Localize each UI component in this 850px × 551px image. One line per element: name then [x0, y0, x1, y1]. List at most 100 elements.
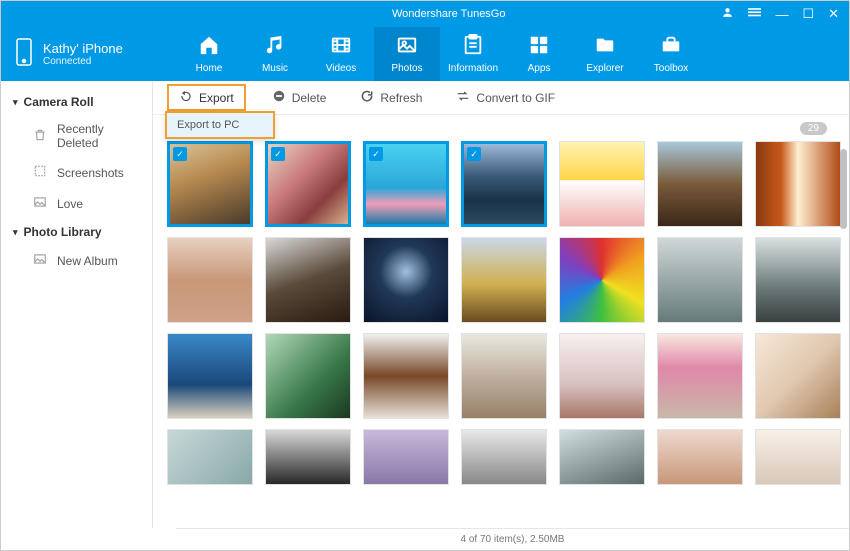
apps-icon — [528, 34, 550, 59]
tab-label: Explorer — [586, 63, 623, 74]
sidebar-group-label: Camera Roll — [24, 95, 94, 109]
photo-thumb[interactable]: ✓ — [461, 141, 547, 227]
photo-thumb[interactable] — [657, 429, 743, 485]
delete-icon — [272, 89, 286, 106]
explorer-icon — [594, 34, 616, 59]
sidebar-group[interactable]: ▾Camera Roll — [1, 89, 152, 115]
thumb-check-icon: ✓ — [271, 147, 285, 161]
thumb-check-icon: ✓ — [467, 147, 481, 161]
photo-thumb[interactable]: ✓ — [265, 141, 351, 227]
window-controls: — ☐ ✕ — [721, 6, 849, 22]
photo-thumb[interactable] — [559, 429, 645, 485]
sidebar-item-deleted[interactable]: Recently Deleted — [1, 115, 152, 157]
sidebar-group[interactable]: ▾ Photo Library — [1, 219, 152, 245]
sidebar-item-label: Recently Deleted — [57, 122, 140, 150]
sidebar-item-label: New Album — [57, 254, 118, 268]
photo-thumb[interactable] — [461, 237, 547, 323]
chevron-down-icon: ▾ — [13, 227, 18, 238]
tab-label: Home — [196, 63, 223, 74]
header: Kathy' iPhone Connected Home Music Videos P… — [1, 27, 849, 81]
tab-photos[interactable]: Photos — [374, 27, 440, 81]
refresh-button[interactable]: Refresh — [352, 85, 430, 110]
tab-label: Information — [448, 63, 498, 74]
close-icon[interactable]: ✕ — [828, 6, 839, 22]
export-to-pc-item[interactable]: Export to PC — [167, 113, 273, 137]
home-icon — [198, 34, 220, 59]
photo-thumb[interactable] — [167, 333, 253, 419]
sidebar-item-label: Screenshots — [57, 166, 124, 180]
sidebar-item-love[interactable]: Love — [1, 188, 152, 219]
photo-thumb[interactable] — [755, 237, 841, 323]
photo-thumb[interactable] — [657, 333, 743, 419]
photo-thumb[interactable]: ✓ — [363, 141, 449, 227]
newalbum-icon — [33, 252, 47, 269]
tab-home[interactable]: Home — [176, 27, 242, 81]
tab-apps[interactable]: Apps — [506, 27, 572, 81]
convert-label: Convert to GIF — [476, 91, 555, 105]
app-title: Wondershare TunesGo — [176, 8, 721, 20]
photo-thumb[interactable] — [265, 429, 351, 485]
photo-thumb[interactable] — [559, 237, 645, 323]
convert-button[interactable]: Convert to GIF — [448, 85, 563, 110]
photo-thumb[interactable] — [167, 237, 253, 323]
scrollbar-thumb[interactable] — [840, 149, 847, 229]
main-panel: Export Delete Refresh Convert to GIF Exp… — [153, 81, 849, 528]
tab-label: Music — [262, 63, 288, 74]
photo-thumb[interactable] — [461, 333, 547, 419]
photo-thumb[interactable] — [461, 429, 547, 485]
menu-icon[interactable] — [748, 6, 761, 22]
delete-label: Delete — [292, 91, 327, 105]
photo-thumb[interactable] — [363, 429, 449, 485]
tab-label: Apps — [528, 63, 551, 74]
photo-thumb[interactable] — [363, 237, 449, 323]
export-label: Export — [199, 91, 234, 105]
photo-thumb[interactable] — [559, 141, 645, 227]
photos-icon — [396, 34, 418, 59]
statusbar: 4 of 70 item(s), 2.50MB — [176, 528, 849, 550]
photo-thumb[interactable] — [755, 429, 841, 485]
music-icon — [264, 34, 286, 59]
sidebar-item-label: Love — [57, 197, 83, 211]
sidebar-item-newalbum[interactable]: New Album — [1, 245, 152, 276]
videos-icon — [330, 34, 352, 59]
minimize-icon[interactable]: — — [775, 7, 788, 22]
sidebar: ▾Camera RollRecently DeletedScreenshotsL… — [1, 81, 153, 528]
titlebar: Wondershare TunesGo — ☐ ✕ — [1, 1, 849, 27]
tab-toolbox[interactable]: Toolbox — [638, 27, 704, 81]
maximize-icon[interactable]: ☐ — [802, 6, 814, 22]
photo-thumb[interactable] — [265, 333, 351, 419]
thumb-check-icon: ✓ — [173, 147, 187, 161]
sidebar-item-screenshots[interactable]: Screenshots — [1, 157, 152, 188]
photo-thumb[interactable] — [657, 237, 743, 323]
toolbar: Export Delete Refresh Convert to GIF Exp… — [153, 81, 849, 115]
tab-videos[interactable]: Videos — [308, 27, 374, 81]
tab-music[interactable]: Music — [242, 27, 308, 81]
device-panel[interactable]: Kathy' iPhone Connected — [1, 27, 176, 81]
toolbox-icon — [660, 34, 682, 59]
photo-thumb[interactable] — [755, 141, 841, 227]
photo-thumb[interactable] — [559, 333, 645, 419]
sidebar-group-label: Photo Library — [24, 225, 102, 239]
photo-grid-wrap: ✓ ✓ ✓ ✓ — [153, 141, 849, 528]
photo-thumb[interactable]: ✓ — [167, 141, 253, 227]
photo-grid: ✓ ✓ ✓ ✓ — [167, 141, 841, 485]
export-button[interactable]: Export — [167, 84, 246, 111]
love-icon — [33, 195, 47, 212]
tab-label: Toolbox — [654, 63, 688, 74]
photo-thumb[interactable] — [657, 141, 743, 227]
photo-thumb[interactable] — [265, 237, 351, 323]
thumb-check-icon: ✓ — [369, 147, 383, 161]
user-icon[interactable] — [721, 6, 734, 22]
photo-thumb[interactable] — [755, 333, 841, 419]
tab-explorer[interactable]: Explorer — [572, 27, 638, 81]
delete-button[interactable]: Delete — [264, 85, 335, 110]
tab-information[interactable]: Information — [440, 27, 506, 81]
photo-thumb[interactable] — [363, 333, 449, 419]
export-menu: Export to PC — [165, 111, 275, 139]
phone-icon — [15, 38, 33, 71]
date-count-badge: 29 — [800, 122, 827, 135]
tab-label: Videos — [326, 63, 356, 74]
photo-thumb[interactable] — [167, 429, 253, 485]
device-status: Connected — [43, 56, 123, 67]
convert-icon — [456, 89, 470, 106]
